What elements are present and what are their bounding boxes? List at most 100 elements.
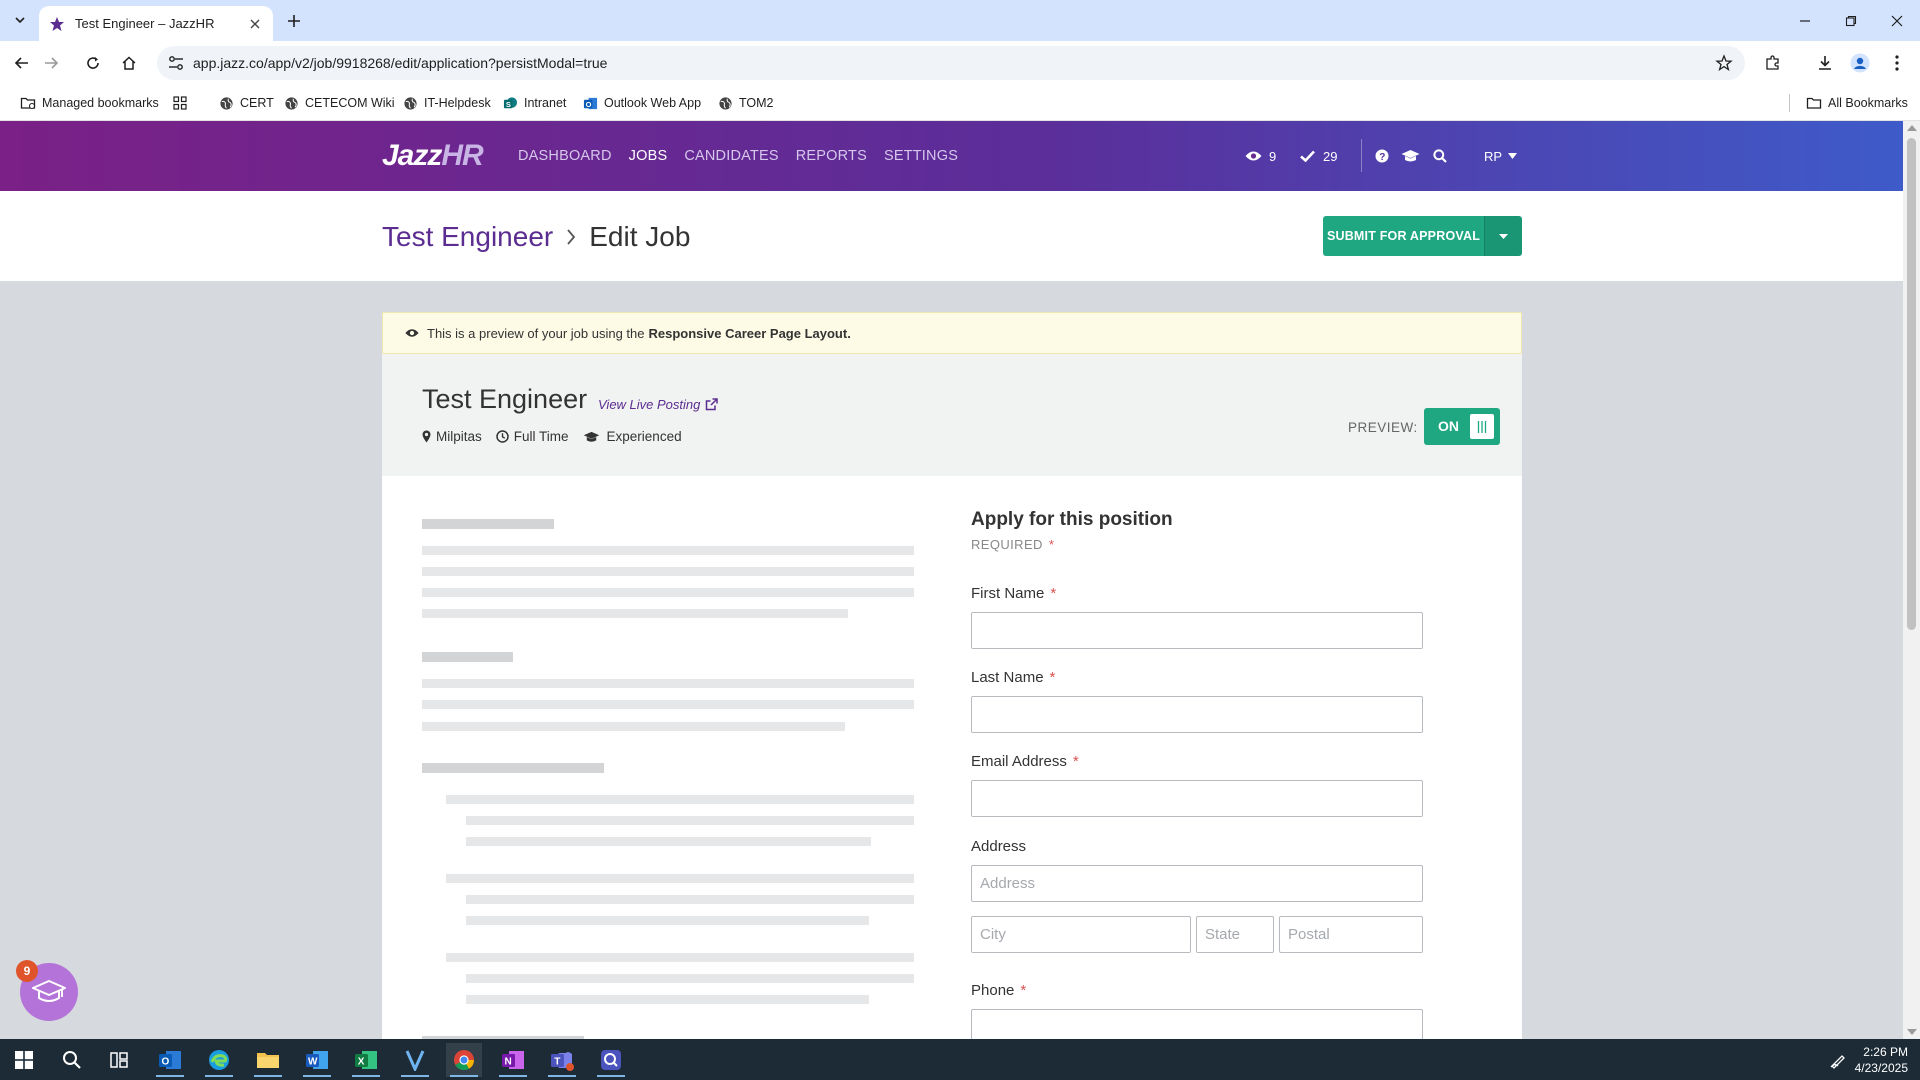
apps-grid-icon bbox=[173, 96, 187, 110]
email-input[interactable] bbox=[971, 780, 1423, 817]
folder-icon bbox=[257, 1053, 279, 1068]
bookmark-star-icon[interactable] bbox=[1715, 54, 1733, 72]
taskbar-onenote[interactable]: N bbox=[495, 1043, 531, 1077]
v-app-icon bbox=[405, 1050, 425, 1071]
eye-icon bbox=[1245, 151, 1262, 161]
forward-button[interactable] bbox=[37, 49, 65, 77]
scroll-up-arrow[interactable] bbox=[1907, 125, 1917, 131]
taskbar-app[interactable] bbox=[593, 1043, 629, 1077]
views-count: 9 bbox=[1269, 148, 1277, 164]
page-title: Edit Job bbox=[589, 221, 691, 252]
bookmark-cert[interactable]: CERT bbox=[219, 94, 274, 112]
taskbar-file-explorer[interactable] bbox=[250, 1043, 286, 1077]
start-button[interactable] bbox=[6, 1043, 42, 1077]
page-viewport: Jazz HR DASHBOARD JOBS CANDIDATES REPORTS… bbox=[0, 121, 1903, 1039]
bookmark-label: TOM2 bbox=[739, 96, 774, 110]
state-input[interactable] bbox=[1196, 916, 1274, 953]
logo-main: Jazz bbox=[382, 139, 442, 172]
address-input[interactable] bbox=[971, 865, 1423, 902]
graduation-cap-icon bbox=[583, 431, 599, 442]
city-input[interactable] bbox=[971, 916, 1191, 953]
jazzhr-logo[interactable]: Jazz HR bbox=[382, 139, 484, 172]
reload-button[interactable] bbox=[79, 49, 107, 77]
nav-jobs[interactable]: JOBS bbox=[629, 148, 668, 164]
bookmark-it-helpdesk[interactable]: IT-Helpdesk bbox=[403, 94, 491, 112]
outlook-icon: O bbox=[159, 1051, 181, 1069]
academy-button[interactable] bbox=[1401, 144, 1420, 168]
bookmark-intranet[interactable]: S Intranet bbox=[503, 94, 566, 112]
new-tab-button[interactable] bbox=[283, 10, 305, 32]
toggle-knob[interactable] bbox=[1470, 414, 1494, 439]
taskbar-edge[interactable] bbox=[201, 1043, 237, 1077]
question-circle-icon: ? bbox=[1375, 149, 1389, 163]
bookmark-outlook-web-app[interactable]: O Outlook Web App bbox=[583, 94, 701, 112]
job-meta: Milpitas Full Time Experienced bbox=[422, 429, 696, 444]
tab-search-dropdown[interactable] bbox=[8, 8, 32, 32]
restore-button[interactable] bbox=[1828, 0, 1874, 41]
search-button[interactable] bbox=[1433, 144, 1447, 168]
downloads-button[interactable] bbox=[1814, 52, 1836, 74]
apply-heading: Apply for this position bbox=[971, 509, 1173, 530]
taskbar-visio[interactable] bbox=[397, 1043, 433, 1077]
nav-settings[interactable]: SETTINGS bbox=[884, 148, 958, 164]
profile-button[interactable] bbox=[1849, 52, 1871, 74]
back-button[interactable] bbox=[8, 49, 36, 77]
svg-text:N: N bbox=[505, 1057, 512, 1068]
pen-tray-icon[interactable] bbox=[1820, 1043, 1856, 1077]
apps-button[interactable] bbox=[173, 94, 193, 112]
nav-dashboard[interactable]: DASHBOARD bbox=[518, 148, 612, 164]
taskbar-word[interactable]: W bbox=[299, 1043, 335, 1077]
view-live-posting-link[interactable]: View Live Posting bbox=[598, 397, 719, 412]
submit-options-dropdown[interactable] bbox=[1484, 216, 1522, 256]
required-asterisk: * bbox=[1050, 585, 1057, 602]
breadcrumb-job-link[interactable]: Test Engineer bbox=[382, 221, 553, 253]
logo-accent: HR bbox=[441, 139, 483, 172]
minimize-button[interactable] bbox=[1782, 0, 1828, 41]
postal-input[interactable] bbox=[1279, 916, 1423, 953]
user-menu[interactable]: RP bbox=[1484, 144, 1518, 168]
phone-input[interactable] bbox=[971, 1009, 1423, 1039]
tasks-counter[interactable]: 29 bbox=[1300, 144, 1337, 168]
help-button[interactable]: ? bbox=[1375, 144, 1389, 168]
submit-for-approval-button[interactable]: SUBMIT FOR APPROVAL bbox=[1323, 216, 1484, 256]
site-settings-icon[interactable] bbox=[167, 54, 185, 72]
page-scrollbar[interactable] bbox=[1903, 121, 1920, 1039]
scroll-thumb[interactable] bbox=[1907, 138, 1916, 630]
all-bookmarks-button[interactable]: All Bookmarks bbox=[1806, 94, 1908, 112]
preview-toggle[interactable]: ON bbox=[1424, 408, 1500, 445]
first-name-input[interactable] bbox=[971, 612, 1423, 649]
bookmark-cetecom-wiki[interactable]: CETECOM Wiki bbox=[284, 94, 395, 112]
taskbar-search[interactable] bbox=[54, 1043, 90, 1077]
scroll-down-arrow[interactable] bbox=[1907, 1029, 1917, 1035]
bookmark-managed[interactable]: Managed bookmarks bbox=[20, 94, 159, 112]
views-counter[interactable]: 9 bbox=[1245, 144, 1276, 168]
home-button[interactable] bbox=[115, 49, 143, 77]
taskbar-chrome[interactable] bbox=[446, 1043, 482, 1077]
nav-reports[interactable]: REPORTS bbox=[796, 148, 867, 164]
browser-menu-button[interactable] bbox=[1886, 52, 1908, 74]
required-asterisk: * bbox=[1020, 982, 1027, 999]
job-preview-card: This is a preview of your job using the … bbox=[382, 312, 1522, 1039]
taskbar-outlook[interactable]: O bbox=[152, 1043, 188, 1077]
bookmark-tom2[interactable]: TOM2 bbox=[718, 94, 774, 112]
browser-tab-active[interactable]: Test Engineer – JazzHR bbox=[39, 6, 273, 41]
pen-icon bbox=[1830, 1055, 1845, 1069]
svg-text:S: S bbox=[506, 99, 511, 108]
url-text[interactable]: app.jazz.co/app/v2/job/9918268/edit/appl… bbox=[193, 55, 607, 71]
windows-logo-icon bbox=[15, 1051, 33, 1069]
system-clock[interactable]: 2:26 PM 4/23/2025 bbox=[1855, 1044, 1908, 1076]
nav-candidates[interactable]: CANDIDATES bbox=[684, 148, 778, 164]
taskbar-excel[interactable]: X bbox=[348, 1043, 384, 1077]
task-view-button[interactable] bbox=[101, 1043, 137, 1077]
extensions-button[interactable] bbox=[1762, 52, 1784, 74]
graduation-cap-icon bbox=[1401, 150, 1420, 162]
svg-text:T: T bbox=[554, 1057, 560, 1068]
close-window-button[interactable] bbox=[1874, 0, 1920, 41]
required-asterisk: * bbox=[1049, 669, 1056, 686]
taskbar-teams[interactable]: T bbox=[544, 1043, 580, 1077]
close-tab-icon[interactable] bbox=[247, 16, 263, 32]
last-name-input[interactable] bbox=[971, 696, 1423, 733]
job-experience: Experienced bbox=[583, 429, 682, 444]
map-marker-icon bbox=[422, 430, 431, 443]
address-bar[interactable]: app.jazz.co/app/v2/job/9918268/edit/appl… bbox=[157, 46, 1745, 80]
